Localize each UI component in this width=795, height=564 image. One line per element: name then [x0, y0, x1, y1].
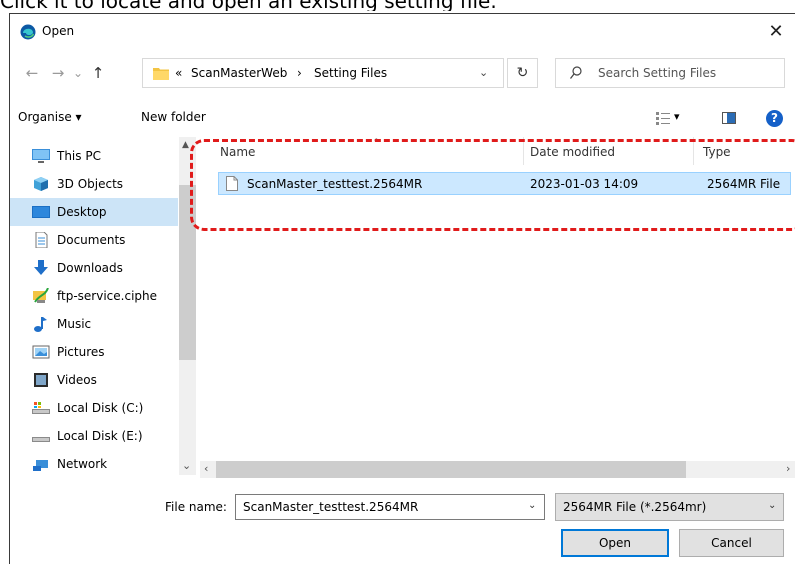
music-icon: [34, 317, 47, 332]
disk-icon: [32, 402, 50, 414]
nav-item-videos[interactable]: Videos: [10, 366, 178, 394]
close-icon[interactable]: ✕: [758, 19, 794, 45]
organise-menu-button[interactable]: Organise ▾: [18, 110, 82, 124]
new-folder-button[interactable]: New folder: [141, 110, 206, 124]
recent-locations-chevron-icon[interactable]: ⌄: [68, 64, 88, 82]
search-icon: [570, 66, 582, 79]
file-name-dropdown-chevron-icon[interactable]: ⌄: [528, 500, 536, 511]
refresh-icon[interactable]: ↻: [507, 58, 538, 88]
nav-item-documents[interactable]: Documents: [10, 226, 178, 254]
file-type-dropdown-chevron-icon: ⌄: [768, 500, 777, 511]
computer-icon: [32, 149, 50, 163]
network-icon: [33, 460, 48, 471]
nav-item-label: Documents: [57, 233, 126, 247]
horizontal-scrollbar[interactable]: ‹ ›: [200, 461, 795, 478]
network-drive-icon: [33, 288, 49, 303]
download-icon: [34, 260, 48, 275]
nav-item-local-disk-c[interactable]: Local Disk (C:): [10, 394, 178, 422]
details-view-icon: [656, 112, 670, 125]
nav-item-this-pc[interactable]: This PC: [10, 142, 178, 170]
scroll-down-arrow-icon[interactable]: ⌄: [182, 459, 191, 472]
title-bar: Open ✕: [10, 14, 795, 50]
nav-item-label: Pictures: [57, 345, 105, 359]
breadcrumb-separator[interactable]: ›: [297, 66, 302, 80]
pictures-icon: [32, 345, 50, 359]
search-input[interactable]: Search Setting Files: [555, 58, 785, 88]
nav-item-3d-objects[interactable]: 3D Objects: [10, 170, 178, 198]
file-name-input[interactable]: ScanMaster_testtest.2564MR ⌄: [235, 494, 545, 520]
nav-item-label: Local Disk (E:): [57, 429, 143, 443]
edge-browser-icon: [20, 24, 36, 40]
scroll-right-arrow-icon[interactable]: ›: [786, 462, 790, 475]
folder-icon: [153, 68, 169, 80]
breadcrumb-item[interactable]: Setting Files: [314, 66, 387, 80]
open-button[interactable]: Open: [561, 529, 669, 557]
nav-item-label: 3D Objects: [57, 177, 124, 191]
back-arrow-icon[interactable]: ←: [22, 64, 42, 82]
highlight-annotation: [190, 139, 795, 231]
breadcrumb-overflow[interactable]: «: [175, 66, 182, 80]
nav-item-label: Network: [57, 457, 108, 471]
address-bar[interactable]: « ScanMasterWeb › Setting Files ⌄: [142, 58, 504, 88]
help-icon[interactable]: ?: [766, 110, 783, 127]
instruction-caption: Click it to locate and open an existing …: [0, 0, 795, 11]
nav-item-label: Desktop: [57, 205, 107, 219]
nav-item-label: Videos: [57, 373, 97, 387]
file-name-value: ScanMaster_testtest.2564MR: [243, 500, 419, 514]
nav-item-label: Local Disk (C:): [57, 401, 144, 415]
breadcrumb-item[interactable]: ScanMasterWeb: [191, 66, 287, 80]
address-dropdown-chevron-icon[interactable]: ⌄: [479, 66, 488, 79]
file-type-select[interactable]: 2564MR File (*.2564mr) ⌄: [555, 493, 784, 521]
view-dropdown-arrow-icon: ▾: [674, 110, 680, 123]
preview-pane-icon[interactable]: [722, 112, 736, 124]
videos-icon: [34, 373, 48, 387]
navigation-pane: This PC 3D Objects Desktop Documents Dow…: [10, 137, 195, 475]
forward-arrow-icon[interactable]: →: [48, 64, 68, 82]
file-type-value: 2564MR File (*.2564mr): [563, 500, 707, 514]
nav-item-local-disk-e[interactable]: Local Disk (E:): [10, 422, 178, 450]
window-title: Open: [42, 24, 75, 38]
view-options-button[interactable]: ▾: [656, 110, 684, 125]
desktop-icon: [32, 206, 50, 218]
disk-icon: [32, 437, 50, 442]
scroll-up-arrow-icon[interactable]: ▲: [182, 140, 189, 150]
document-icon: [35, 232, 48, 248]
nav-item-ftp-service[interactable]: ftp-service.ciphe: [10, 282, 178, 310]
nav-item-downloads[interactable]: Downloads: [10, 254, 178, 282]
up-arrow-icon[interactable]: ↑: [88, 64, 108, 82]
cube-icon: [34, 177, 48, 191]
scroll-left-arrow-icon[interactable]: ‹: [204, 462, 208, 475]
nav-item-label: This PC: [57, 149, 101, 163]
nav-item-desktop[interactable]: Desktop: [10, 198, 178, 226]
nav-item-network[interactable]: Network: [10, 450, 178, 475]
open-file-dialog: Open ✕ ← → ⌄ ↑ « ScanMasterWeb › Setting…: [9, 13, 795, 564]
nav-item-pictures[interactable]: Pictures: [10, 338, 178, 366]
search-placeholder: Search Setting Files: [598, 66, 717, 80]
file-name-label: File name:: [165, 500, 227, 514]
cancel-button[interactable]: Cancel: [679, 529, 784, 557]
nav-item-label: ftp-service.ciphe: [57, 289, 158, 303]
nav-item-label: Music: [57, 317, 92, 331]
nav-item-label: Downloads: [57, 261, 123, 275]
scrollbar-thumb[interactable]: [216, 461, 686, 478]
nav-item-music[interactable]: Music: [10, 310, 178, 338]
